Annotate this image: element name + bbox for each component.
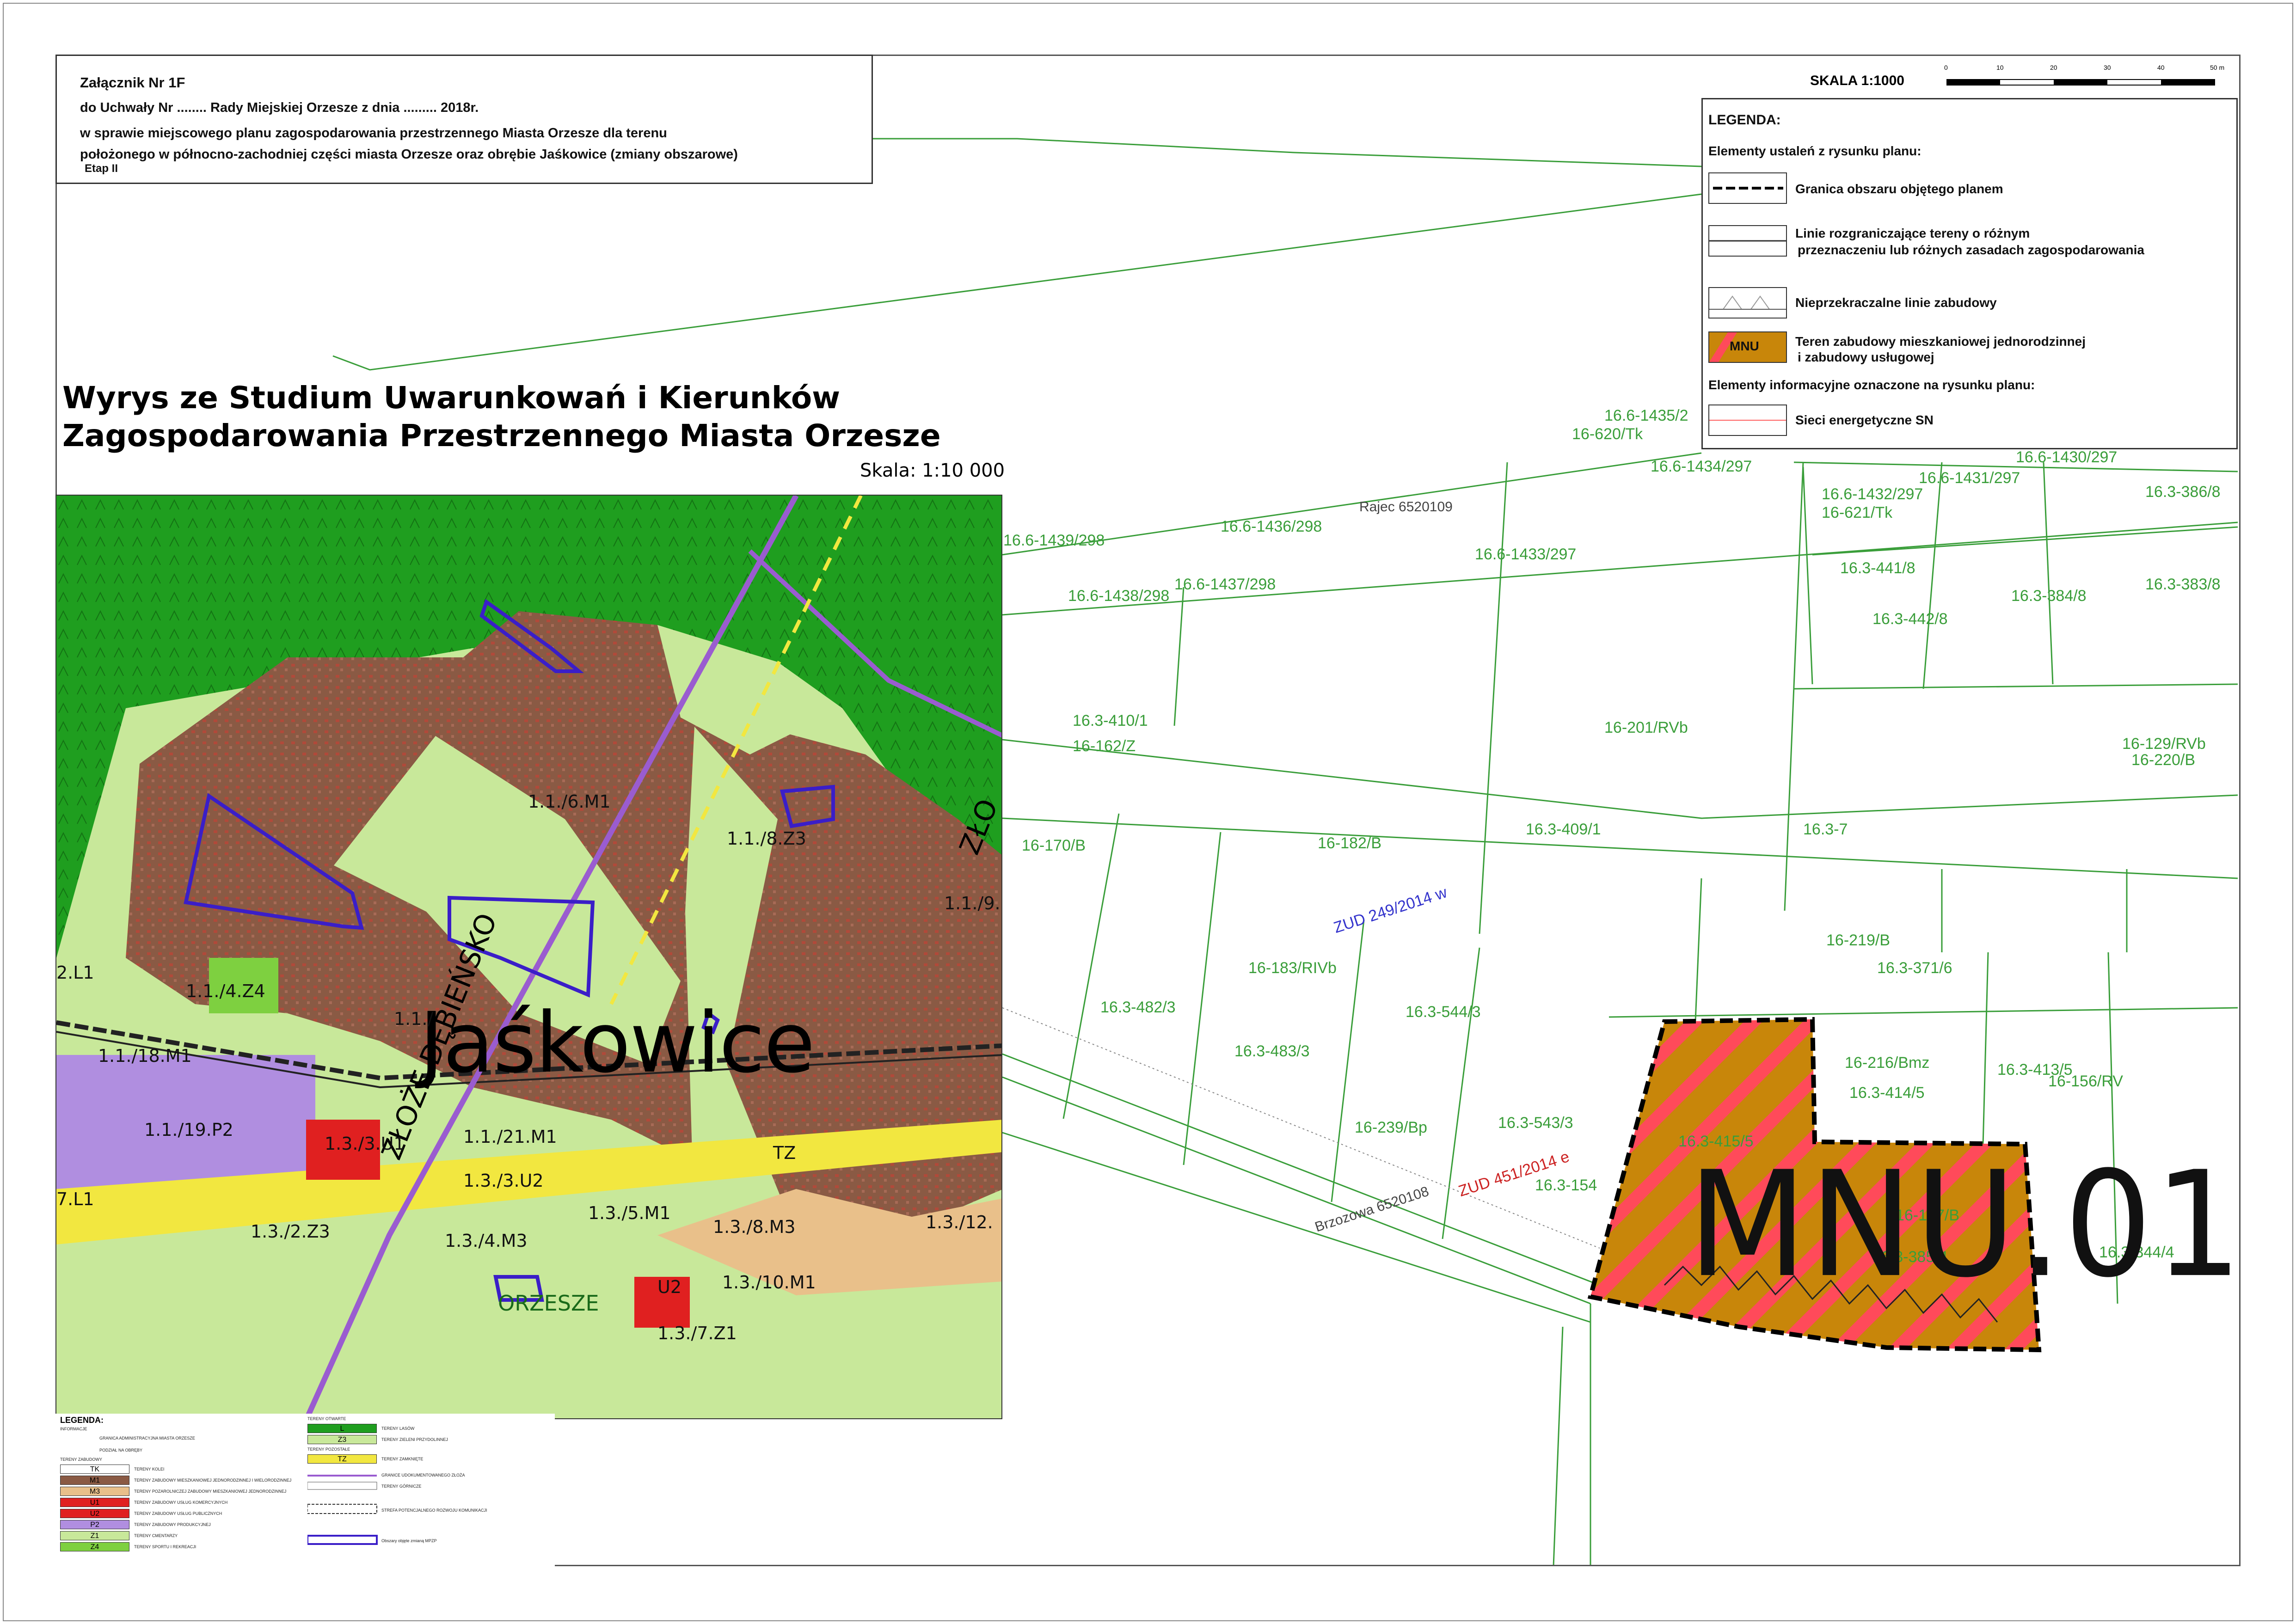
legend-section-2: Elementy informacyjne oznaczone na rysun… xyxy=(1708,378,2035,392)
study-zone-label: 1.3./8.M3 xyxy=(713,1217,796,1237)
study-zone-label: 1.1./21.M1 xyxy=(463,1127,557,1147)
legend-row-text: TERENY ZABUDOWY MIESZKANIOWEJ JEDNORODZI… xyxy=(134,1478,292,1483)
legend-row-text: TERENY SPORTU I REKREACJI xyxy=(134,1544,196,1549)
legend-row-text: Obszary objęte zmianą MPZP xyxy=(381,1538,437,1543)
scale-tick: 20 xyxy=(2050,64,2057,71)
legend-row-text: TERENY ZAMKNIĘTE xyxy=(381,1457,424,1461)
legend-row-text: TERENY OTWARTE xyxy=(307,1416,346,1421)
study-zone-label: 1.3./3.U1 xyxy=(325,1134,405,1154)
study-zone-label: 1.1./8.Z3 xyxy=(727,828,806,849)
plan-legend: LEGENDA: Elementy ustaleń z rysunku plan… xyxy=(1701,98,2238,449)
legend-mnu-1: Teren zabudowy mieszkaniowej jednorodzin… xyxy=(1795,334,2086,349)
study-zone-label: 1.3./3.U2 xyxy=(463,1171,544,1191)
study-zone-label: 1.3./10.M1 xyxy=(722,1272,816,1293)
legend-row-text: TERENY ZABUDOWY PRODUKCYJNEJ xyxy=(134,1522,211,1527)
study-zone-label: 1.1./4.Z4 xyxy=(186,981,265,1001)
scale-bar xyxy=(1946,79,2215,86)
legend-row-text: GRANICA ADMINISTRACYJNA MIASTA ORZESZE xyxy=(99,1436,195,1440)
legend-section-1: Elementy ustaleń z rysunku planu: xyxy=(1708,144,1922,158)
legend-row-text: TERENY POZOSTAŁE xyxy=(307,1447,350,1452)
legend-swatch: U2 xyxy=(60,1509,129,1518)
study-place2-label: ORZESZE xyxy=(498,1291,599,1316)
legend-swatch: TK xyxy=(60,1465,129,1474)
study-zone-label: 1.1./18.M1 xyxy=(98,1046,192,1066)
legend-lines-1: Linie rozgraniczające tereny o różnym xyxy=(1795,226,2030,240)
subject-line-2: położonego w północno-zachodniej części … xyxy=(80,147,738,162)
scale-tick: 0 xyxy=(1944,64,1948,71)
study-title: Wyrys ze Studium Uwarunkowań i Kierunków… xyxy=(62,379,941,455)
legend-swatch: P2 xyxy=(60,1520,129,1529)
legend-row-text: TERENY ZABUDOWY USŁUG PUBLICZNYCH xyxy=(134,1511,222,1516)
legend-row-text: STREFA POTENCJALNEGO ROZWOJU KOMUNIKACJI xyxy=(381,1508,487,1513)
study-place-label: Jaśkowice xyxy=(419,995,815,1091)
legend-swatch: Z4 xyxy=(60,1542,129,1551)
boundary-symbol xyxy=(1708,172,1787,204)
study-map xyxy=(56,496,1001,1418)
scale-tick: 10 xyxy=(1996,64,2004,71)
legend-row-text: GRANICE UDOKUMENTOWANEGO ZŁOŻA xyxy=(381,1473,465,1477)
study-zone-label: TZ xyxy=(773,1143,796,1163)
study-legend-line-symbols xyxy=(307,1475,378,1545)
stage-label: Etap II xyxy=(85,162,118,175)
mnu-symbol-code: MNU xyxy=(1730,339,1759,353)
study-zone-label: 1.1./19.P2 xyxy=(144,1120,233,1140)
legend-swatch: M1 xyxy=(60,1476,129,1485)
study-zone-label: 1.3./12. xyxy=(926,1212,993,1232)
legend-row-text: PODZIAŁ NA OBRĘBY xyxy=(99,1448,143,1452)
legend-swatch: TZ xyxy=(307,1454,377,1464)
legend-lines-2: przeznaczeniu lub różnych zasadach zagos… xyxy=(1798,243,2144,257)
legend-swatch: U1 xyxy=(60,1498,129,1507)
legend-mnu-2: i zabudowy usługowej xyxy=(1798,350,1934,364)
legend-row-text: TERENY CMENTARZY xyxy=(134,1533,178,1538)
legend-row-text: TERENY ZIELENI PRZYDOLINNEJ xyxy=(381,1437,448,1442)
resolution-line: do Uchwały Nr ........ Rady Miejskiej Or… xyxy=(80,100,479,115)
scale-tick: 30 xyxy=(2104,64,2111,71)
legend-row-text: INFORMACJE xyxy=(60,1427,87,1431)
study-zone-label: 7.L1 xyxy=(56,1189,94,1209)
attachment-number: Załącznik Nr 1F xyxy=(80,74,185,91)
subject-line-1: w sprawie miejscowego planu zagospodarow… xyxy=(80,126,667,141)
study-zone-label: 1.3./5.M1 xyxy=(588,1203,671,1223)
study-title-line-2: Zagospodarowania Przestrzennego Miasta O… xyxy=(62,418,941,453)
legend-swatch: L xyxy=(307,1424,377,1433)
legend-swatch: Z1 xyxy=(60,1531,129,1540)
legend-row-text: TERENY KOLEI xyxy=(134,1467,165,1471)
legend-swatch: M3 xyxy=(60,1487,129,1496)
study-zone-label: 1.3./2.Z3 xyxy=(251,1221,330,1242)
legend-row-text: TERENY ZABUDOWY USŁUG KOMERCYJNYCH xyxy=(134,1500,228,1505)
study-zone-label: U2 xyxy=(657,1277,681,1297)
study-zone-label: 1.3./7.Z1 xyxy=(657,1323,737,1343)
legend-row-text: TERENY POZAROLNICZEJ ZABUDOWY MIESZKANIO… xyxy=(134,1489,287,1494)
scale-label: SKALA 1:1000 xyxy=(1810,73,1904,88)
zone-label: MNU.01 xyxy=(1688,1140,2244,1310)
legend-row-text: TERENY LASÓW xyxy=(381,1426,415,1431)
study-zone-label: 1.1./ xyxy=(394,1009,434,1029)
study-zone-label: 2.L1 xyxy=(56,962,94,983)
study-zone-label: 1.1./6.M1 xyxy=(528,791,611,812)
legend-power: Sieci energetyczne SN xyxy=(1795,413,1934,427)
legend-building-lines: Nieprzekraczalne linie zabudowy xyxy=(1795,295,1997,310)
mnu-symbol: MNU xyxy=(1708,331,1787,363)
title-block: Załącznik Nr 1F do Uchwały Nr ........ R… xyxy=(55,55,873,184)
study-legend-title: LEGENDA: xyxy=(60,1416,104,1425)
study-map-inset: Jaśkowice ORZESZE ZŁOŻE DĘBIEŃSKO ZŁO 1.… xyxy=(55,495,1002,1419)
study-legend: LEGENDA: INFORMACJE GRANICA ADMINISTRACY… xyxy=(55,1414,555,1566)
legend-row-text: TERENY GÓRNICZE xyxy=(381,1484,422,1489)
study-zone-label: 1.1./9. xyxy=(944,893,1001,913)
legend-title: LEGENDA: xyxy=(1708,112,1781,128)
legend-row-text: TERENY ZABUDOWY xyxy=(60,1457,102,1462)
scale-tick: 50 m xyxy=(2210,64,2225,71)
legend-swatch: Z3 xyxy=(307,1435,377,1444)
building-line-symbol xyxy=(1708,287,1787,319)
study-zone-label: 1.3./4.M3 xyxy=(445,1231,528,1251)
scale-tick: 40 xyxy=(2157,64,2165,71)
lines-symbol xyxy=(1708,225,1787,257)
legend-boundary: Granica obszaru objętego planem xyxy=(1795,182,2003,196)
power-line-symbol xyxy=(1708,404,1787,436)
study-scale: Skala: 1:10 000 xyxy=(860,460,1005,481)
study-title-line-1: Wyrys ze Studium Uwarunkowań i Kierunków xyxy=(62,380,841,416)
